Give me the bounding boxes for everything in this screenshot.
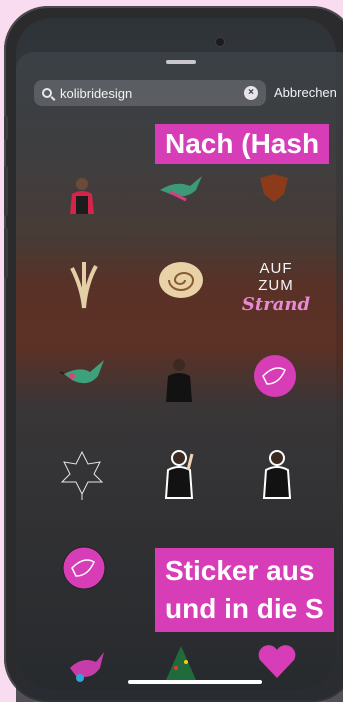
sticker-text-line1: AUF ZUM xyxy=(258,260,294,294)
sticker-woman-pink[interactable] xyxy=(62,174,102,222)
search-field[interactable]: kolibridesign × xyxy=(34,80,266,106)
front-camera-icon xyxy=(216,38,224,46)
search-input[interactable]: kolibridesign xyxy=(60,86,244,101)
sticker-text-line2: Strand xyxy=(241,294,311,315)
volume-up-button xyxy=(4,166,8,216)
sticker-pink-circle-bird-2[interactable] xyxy=(62,546,108,592)
sticker-cinnamon-roll[interactable] xyxy=(156,258,206,302)
sticker-woman-standing[interactable] xyxy=(260,448,294,502)
overlay-caption-bottom-line2: und in die S xyxy=(165,593,324,624)
sheet-grabber[interactable] xyxy=(166,60,196,64)
sticker-pampas-grass[interactable] xyxy=(64,258,104,310)
search-icon xyxy=(42,88,52,98)
cancel-button[interactable]: Abbrechen xyxy=(274,85,337,100)
sticker-woman-pointing[interactable] xyxy=(162,448,196,502)
overlay-caption-top: Nach (Hash xyxy=(155,124,330,164)
overlay-caption-bottom: Sticker aus und in die S xyxy=(155,548,334,632)
sticker-pink-circle-bird[interactable] xyxy=(253,354,297,398)
sticker-hummingbird-top[interactable] xyxy=(156,170,206,210)
mute-switch xyxy=(4,116,8,140)
sticker-leaf-outline[interactable] xyxy=(60,450,104,500)
sticker-auf-zum-strand[interactable]: AUF ZUM Strand xyxy=(241,260,311,315)
volume-down-button xyxy=(4,228,8,278)
sticker-woman-black[interactable] xyxy=(162,356,196,404)
clear-search-icon[interactable]: × xyxy=(244,86,258,100)
home-indicator[interactable] xyxy=(128,680,262,684)
sticker-pink-heart[interactable] xyxy=(256,642,298,682)
sticker-hummingbird-green[interactable] xyxy=(60,356,110,396)
overlay-caption-bottom-line1: Sticker aus xyxy=(165,555,315,586)
sticker-christmas-tree[interactable] xyxy=(164,644,198,684)
sticker-autumn-leaf[interactable] xyxy=(254,174,294,204)
sticker-pink-bird[interactable] xyxy=(66,648,106,688)
